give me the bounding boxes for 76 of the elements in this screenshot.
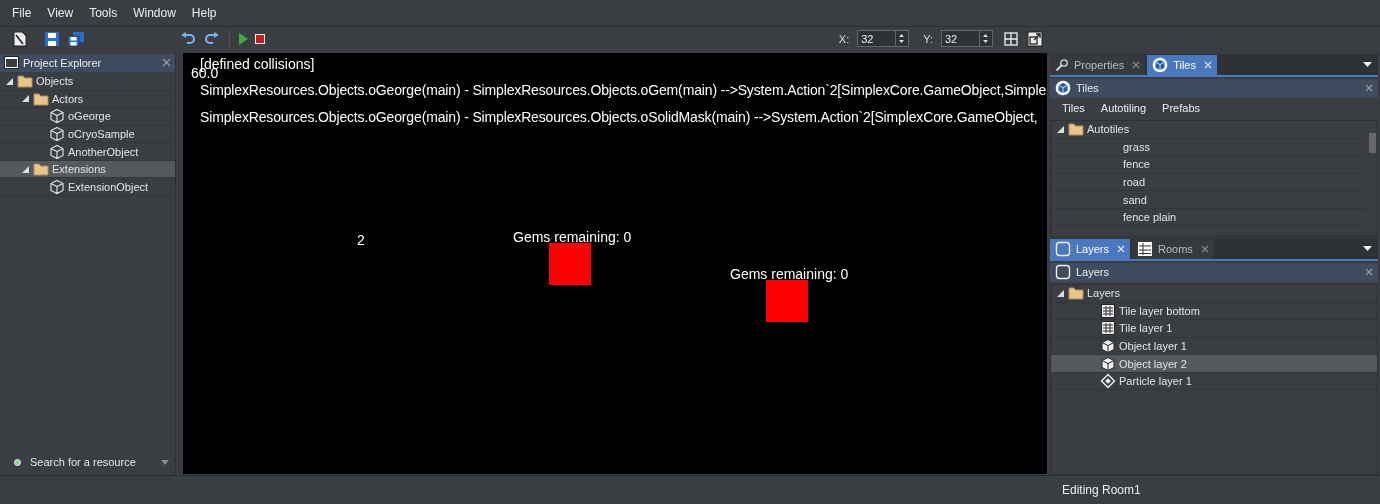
grid-x-field[interactable]: 32 bbox=[857, 30, 910, 48]
menu-item[interactable]: View bbox=[39, 5, 82, 20]
tile-grid-icon bbox=[1100, 320, 1116, 337]
counter-text: 2 bbox=[357, 231, 365, 248]
subtab[interactable]: Tiles bbox=[1054, 101, 1093, 114]
folder-icon bbox=[33, 91, 49, 106]
dock-tab[interactable]: Layers bbox=[1050, 238, 1131, 259]
tree-item[interactable]: Tile layer bottom bbox=[1051, 302, 1377, 321]
tree-item[interactable]: Layers bbox=[1051, 284, 1377, 303]
menu-item[interactable]: Help bbox=[183, 5, 225, 20]
debug-line: SimplexResources.Objects.oGeorge(main) - SimplexResources.Objects.oGem(main) -->System.Action`2[SimplexCore.GameObject,Simple bbox=[200, 81, 1047, 98]
folder-icon bbox=[33, 162, 49, 177]
expand-arrow-icon[interactable] bbox=[20, 164, 30, 175]
tree-item[interactable]: grass bbox=[1051, 138, 1367, 157]
folder-icon bbox=[17, 74, 33, 89]
panel-title: Project Explorer bbox=[23, 56, 103, 69]
grid-y-field[interactable]: 32 bbox=[941, 30, 993, 48]
folder-icon bbox=[1068, 286, 1084, 301]
dock-tab[interactable]: Tiles bbox=[1147, 54, 1217, 75]
cube-icon bbox=[49, 143, 65, 160]
gem-label: Gems remaining: 0 bbox=[730, 265, 849, 282]
close-icon[interactable] bbox=[1365, 84, 1373, 93]
expand-arrow-icon[interactable] bbox=[1055, 124, 1065, 135]
cube-icon bbox=[49, 108, 65, 125]
cube-icon bbox=[49, 126, 65, 142]
menu-item[interactable]: Tools bbox=[81, 5, 126, 20]
dock-tab[interactable]: Rooms bbox=[1132, 238, 1214, 259]
expand-arrow-icon[interactable] bbox=[20, 93, 30, 104]
debug-line: SimplexResources.Objects.oGeorge(main) - SimplexResources.Objects.oSolidMask(main) -->System.Action`2[SimplexCore.GameObject, bbox=[200, 108, 1038, 125]
cube-icon bbox=[1055, 80, 1071, 97]
menu-item[interactable]: Window bbox=[125, 5, 184, 20]
expand-arrow-icon[interactable] bbox=[4, 76, 14, 87]
panel-title: Tiles bbox=[1076, 82, 1100, 95]
tile-grid-icon bbox=[1100, 302, 1116, 319]
gem-label: Gems remaining: 0 bbox=[513, 228, 632, 245]
menu-item[interactable]: File bbox=[4, 5, 40, 20]
tree-item[interactable]: Object layer 2 bbox=[1051, 355, 1377, 373]
subtab[interactable]: Prefabs bbox=[1154, 101, 1208, 114]
search-field[interactable]: Search for a resource bbox=[30, 456, 152, 469]
close-icon[interactable] bbox=[1132, 60, 1141, 69]
tree-item[interactable]: Objects bbox=[0, 72, 175, 91]
grid-x-label: X: bbox=[838, 32, 850, 45]
tree-item[interactable]: fence plain bbox=[1051, 208, 1367, 227]
tree-item[interactable]: Particle layer 1 bbox=[1051, 372, 1377, 391]
tree-item[interactable]: AnotherObject bbox=[0, 143, 175, 161]
square-icon bbox=[1055, 240, 1071, 257]
cube-icon bbox=[1100, 338, 1116, 354]
dot-icon bbox=[14, 458, 21, 466]
tree-item[interactable]: Tile layer 1 bbox=[1051, 320, 1377, 338]
window-icon bbox=[4, 56, 19, 70]
close-icon[interactable] bbox=[1365, 268, 1373, 277]
close-icon[interactable] bbox=[162, 56, 171, 69]
caret-icon[interactable] bbox=[1363, 61, 1372, 67]
subtab[interactable]: Autotiling bbox=[1092, 101, 1155, 114]
dock-tab[interactable]: Properties bbox=[1050, 54, 1146, 75]
status-text: Editing Room1 bbox=[1062, 483, 1141, 498]
square-icon bbox=[1055, 264, 1071, 281]
tree-item[interactable]: road bbox=[1051, 173, 1367, 192]
tree-item[interactable]: fence bbox=[1051, 156, 1367, 174]
tree-item[interactable]: Autotiles bbox=[1051, 120, 1367, 139]
close-icon[interactable] bbox=[1200, 244, 1209, 253]
folder-icon bbox=[1068, 122, 1084, 137]
tree-item[interactable]: ExtensionObject bbox=[0, 178, 175, 197]
table-icon bbox=[1137, 240, 1154, 257]
tree-item[interactable]: Actors bbox=[0, 90, 175, 109]
diamond-icon bbox=[1100, 373, 1116, 390]
cube-icon bbox=[49, 178, 65, 195]
cube-icon bbox=[1152, 56, 1169, 73]
panel-title: Layers bbox=[1076, 266, 1111, 279]
caret-icon[interactable] bbox=[1363, 245, 1372, 251]
expand-arrow-icon[interactable] bbox=[1055, 288, 1065, 299]
tree-item[interactable]: sand bbox=[1051, 191, 1367, 209]
tree-item[interactable]: oCryoSample bbox=[0, 125, 175, 144]
tree-item[interactable]: oGeorge bbox=[0, 108, 175, 126]
cube-icon bbox=[1100, 355, 1116, 372]
grid-y-label: Y: bbox=[923, 32, 933, 45]
